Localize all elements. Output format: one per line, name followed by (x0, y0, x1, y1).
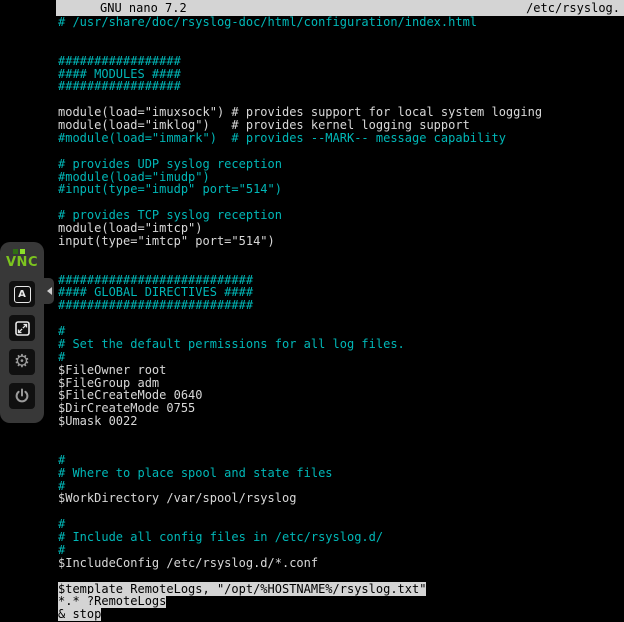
editor-line: ################# (58, 80, 624, 93)
nano-terminal[interactable]: GNU nano 7.2 /etc/rsyslog. # /usr/share/… (56, 0, 624, 622)
editor-line: $Umask 0022 (58, 415, 624, 428)
editor-line (58, 441, 624, 454)
nano-version-title: GNU nano 7.2 (100, 0, 187, 16)
editor-line (58, 570, 624, 583)
editor-line: ########################### (58, 299, 624, 312)
file-path: /etc/rsyslog. (526, 0, 620, 16)
editor-line: $IncludeConfig /etc/rsyslog.d/*.conf (58, 557, 624, 570)
fullscreen-icon (14, 320, 31, 337)
editor-line: # Include all config files in /etc/rsysl… (58, 531, 624, 544)
keyboard-icon: A (14, 286, 31, 303)
editor-line: $WorkDirectory /var/spool/rsyslog (58, 492, 624, 505)
gear-icon: ⚙ (14, 353, 30, 371)
nano-titlebar: GNU nano 7.2 /etc/rsyslog. (56, 0, 624, 16)
editor-line: #input(type="imudp" port="514") (58, 183, 624, 196)
fullscreen-button[interactable] (9, 315, 35, 341)
editor-line: # Where to place spool and state files (58, 467, 624, 480)
settings-button[interactable]: ⚙ (9, 349, 35, 375)
collapse-arrow-icon (47, 287, 52, 295)
editor-line (58, 29, 624, 42)
editor-line: input(type="imtcp" port="514") (58, 235, 624, 248)
power-icon (14, 388, 30, 404)
editor-line: # Set the default permissions for all lo… (58, 338, 624, 351)
editor-line (58, 505, 624, 518)
power-button[interactable] (9, 383, 35, 409)
control-bar-buttons: A ⚙ (9, 281, 35, 409)
novnc-logo-text: VNC (6, 255, 38, 270)
novnc-logo: VNC (6, 249, 38, 270)
novnc-logo-dots (13, 249, 25, 254)
keyboard-button[interactable]: A (9, 281, 35, 307)
editor-line: $DirCreateMode 0755 (58, 402, 624, 415)
control-bar-handle[interactable] (44, 278, 54, 304)
editor-line: *.* ?RemoteLogs (58, 595, 624, 608)
novnc-control-bar: VNC A ⚙ (0, 242, 44, 423)
editor-buffer[interactable]: # /usr/share/doc/rsyslog-doc/html/config… (56, 16, 624, 621)
editor-line: & stop (58, 608, 624, 621)
editor-line: #module(load="immark") # provides --MARK… (58, 132, 624, 145)
editor-line: # /usr/share/doc/rsyslog-doc/html/config… (58, 16, 624, 29)
editor-line (58, 248, 624, 261)
editor-line (58, 312, 624, 325)
editor-line (58, 428, 624, 441)
